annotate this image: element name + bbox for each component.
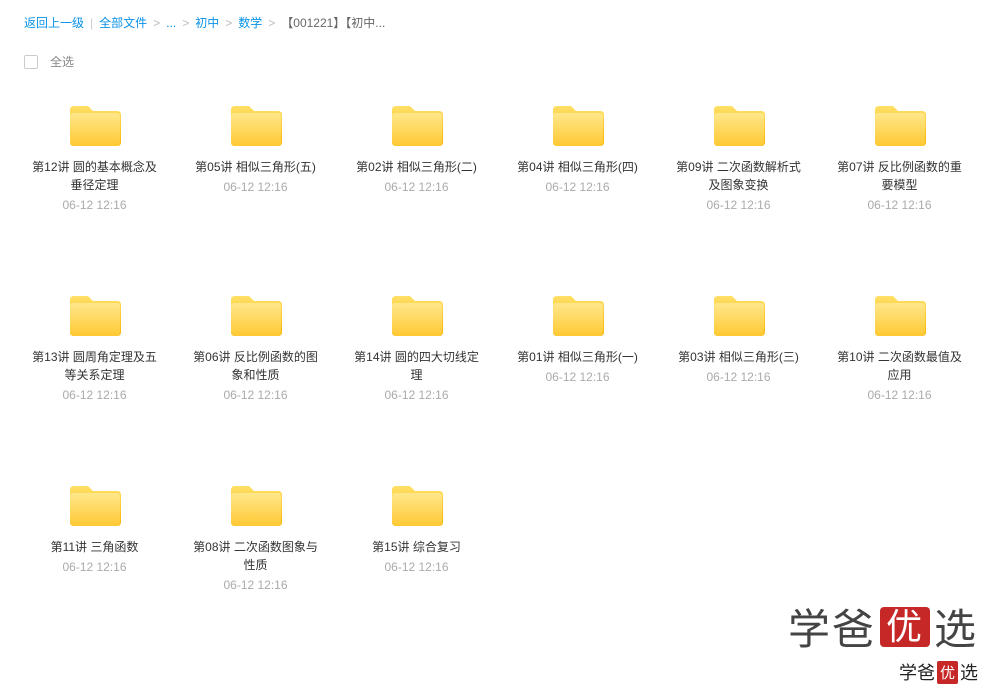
watermark-small: 学爸优选 bbox=[899, 659, 978, 685]
folder-icon bbox=[550, 292, 606, 338]
folder-date: 06-12 12:16 bbox=[545, 370, 609, 384]
chevron-right-icon: > bbox=[153, 16, 160, 30]
folder-icon bbox=[228, 482, 284, 528]
folder-name: 第09讲 二次函数解析式及图象变换 bbox=[674, 158, 804, 194]
breadcrumb-level1[interactable]: 初中 bbox=[195, 14, 219, 31]
folder-date: 06-12 12:16 bbox=[62, 198, 126, 212]
folder-date: 06-12 12:16 bbox=[62, 388, 126, 402]
chevron-right-icon: > bbox=[268, 16, 275, 30]
folder-item[interactable]: 第08讲 二次函数图象与性质 06-12 12:16 bbox=[179, 482, 332, 592]
folder-date: 06-12 12:16 bbox=[867, 198, 931, 212]
folder-name: 第11讲 三角函数 bbox=[51, 538, 139, 556]
breadcrumb-level2[interactable]: 数学 bbox=[238, 14, 262, 31]
folder-icon bbox=[228, 292, 284, 338]
folder-icon bbox=[67, 292, 123, 338]
folder-icon bbox=[872, 292, 928, 338]
folder-name: 第15讲 综合复习 bbox=[372, 538, 461, 556]
folder-item[interactable]: 第13讲 圆周角定理及五等关系定理 06-12 12:16 bbox=[18, 292, 171, 402]
folder-item[interactable]: 第07讲 反比例函数的重要模型 06-12 12:16 bbox=[823, 102, 976, 212]
chevron-right-icon: > bbox=[182, 16, 189, 30]
folder-item[interactable]: 第10讲 二次函数最值及应用 06-12 12:16 bbox=[823, 292, 976, 402]
folder-name: 第14讲 圆的四大切线定理 bbox=[352, 348, 482, 384]
folder-icon bbox=[67, 102, 123, 148]
folder-item[interactable]: 第14讲 圆的四大切线定理 06-12 12:16 bbox=[340, 292, 493, 402]
select-all-checkbox[interactable] bbox=[24, 55, 38, 69]
folder-date: 06-12 12:16 bbox=[706, 198, 770, 212]
folder-item[interactable]: 第04讲 相似三角形(四) 06-12 12:16 bbox=[501, 102, 654, 212]
folder-date: 06-12 12:16 bbox=[384, 388, 448, 402]
folder-name: 第12讲 圆的基本概念及垂径定理 bbox=[30, 158, 160, 194]
folder-date: 06-12 12:16 bbox=[223, 578, 287, 592]
folder-name: 第10讲 二次函数最值及应用 bbox=[835, 348, 965, 384]
folder-name: 第08讲 二次函数图象与性质 bbox=[191, 538, 321, 574]
folder-date: 06-12 12:16 bbox=[384, 560, 448, 574]
folder-icon bbox=[389, 292, 445, 338]
folder-name: 第04讲 相似三角形(四) bbox=[517, 158, 638, 176]
breadcrumb-current: 【001221】【初中... bbox=[281, 14, 385, 31]
folder-name: 第13讲 圆周角定理及五等关系定理 bbox=[30, 348, 160, 384]
folder-date: 06-12 12:16 bbox=[223, 180, 287, 194]
folder-date: 06-12 12:16 bbox=[223, 388, 287, 402]
folder-item[interactable]: 第03讲 相似三角形(三) 06-12 12:16 bbox=[662, 292, 815, 402]
select-all-row: 全选 bbox=[0, 39, 994, 76]
breadcrumb-back[interactable]: 返回上一级 bbox=[24, 14, 84, 31]
folder-icon bbox=[872, 102, 928, 148]
watermark: 学爸优选 bbox=[788, 596, 978, 657]
folder-icon bbox=[711, 102, 767, 148]
folder-date: 06-12 12:16 bbox=[545, 180, 609, 194]
folder-icon bbox=[389, 482, 445, 528]
folder-item[interactable]: 第11讲 三角函数 06-12 12:16 bbox=[18, 482, 171, 592]
select-all-label: 全选 bbox=[50, 53, 74, 70]
folder-name: 第07讲 反比例函数的重要模型 bbox=[835, 158, 965, 194]
folder-name: 第03讲 相似三角形(三) bbox=[678, 348, 799, 366]
chevron-right-icon: > bbox=[225, 16, 232, 30]
folder-date: 06-12 12:16 bbox=[706, 370, 770, 384]
folder-item[interactable]: 第05讲 相似三角形(五) 06-12 12:16 bbox=[179, 102, 332, 212]
folder-icon bbox=[389, 102, 445, 148]
folder-name: 第01讲 相似三角形(一) bbox=[517, 348, 638, 366]
folder-icon bbox=[228, 102, 284, 148]
folder-grid: 第12讲 圆的基本概念及垂径定理 06-12 12:16 第05讲 相似三角形(五… bbox=[0, 76, 994, 602]
folder-icon bbox=[550, 102, 606, 148]
breadcrumb-ellipsis[interactable]: ... bbox=[166, 16, 176, 30]
folder-date: 06-12 12:16 bbox=[62, 560, 126, 574]
folder-icon bbox=[711, 292, 767, 338]
folder-name: 第02讲 相似三角形(二) bbox=[356, 158, 477, 176]
folder-date: 06-12 12:16 bbox=[867, 388, 931, 402]
folder-icon bbox=[67, 482, 123, 528]
folder-item[interactable]: 第09讲 二次函数解析式及图象变换 06-12 12:16 bbox=[662, 102, 815, 212]
folder-item[interactable]: 第01讲 相似三角形(一) 06-12 12:16 bbox=[501, 292, 654, 402]
breadcrumb: 返回上一级 | 全部文件 > ... > 初中 > 数学 > 【001221】【… bbox=[0, 0, 994, 39]
folder-name: 第05讲 相似三角形(五) bbox=[195, 158, 316, 176]
breadcrumb-separator: | bbox=[90, 16, 93, 30]
breadcrumb-all-files[interactable]: 全部文件 bbox=[99, 14, 147, 31]
folder-date: 06-12 12:16 bbox=[384, 180, 448, 194]
folder-item[interactable]: 第02讲 相似三角形(二) 06-12 12:16 bbox=[340, 102, 493, 212]
folder-item[interactable]: 第06讲 反比例函数的图象和性质 06-12 12:16 bbox=[179, 292, 332, 402]
folder-name: 第06讲 反比例函数的图象和性质 bbox=[191, 348, 321, 384]
folder-item[interactable]: 第12讲 圆的基本概念及垂径定理 06-12 12:16 bbox=[18, 102, 171, 212]
folder-item[interactable]: 第15讲 综合复习 06-12 12:16 bbox=[340, 482, 493, 592]
